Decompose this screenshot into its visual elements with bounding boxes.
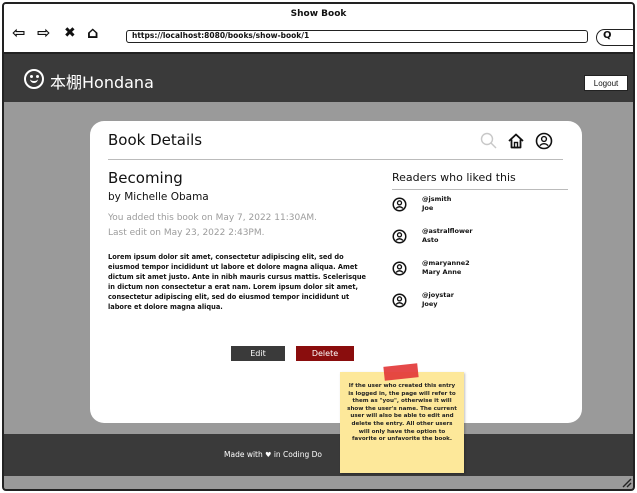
user-icon [392,229,407,244]
header-divider [108,159,563,160]
browser-window: Show Book ⇦ ⇨ ✖ ⌂ https://localhost:8080… [2,2,635,491]
reader-handle[interactable]: @jsmith [422,195,451,203]
stop-icon[interactable]: ✖ [64,25,76,41]
browser-search-button[interactable]: Q [596,29,633,46]
readers-heading: Readers who liked this [392,171,516,184]
annotation-sticky-note: If the user who created this entry is lo… [340,372,464,473]
home-icon[interactable] [507,132,525,150]
user-icon[interactable] [535,132,553,150]
logout-button[interactable]: Logout [584,75,628,91]
readers-divider [392,189,568,190]
footer-text: Made with ♥ in Coding Do [224,450,322,459]
reader-item[interactable]: @jsmith Joe [392,193,568,225]
search-icon: Q [603,30,612,41]
user-icon [392,293,407,308]
reader-name: Mary Anne [422,268,462,276]
edited-timestamp: Last edit on May 23, 2022 2:43PM. [108,228,265,238]
reader-item[interactable]: @astralflower Asto [392,225,568,257]
book-author: by Michelle Obama [108,191,209,203]
window-title: Show Book [290,9,347,19]
reader-item[interactable]: @joystar Joey [392,289,568,321]
forward-icon[interactable]: ⇨ [37,25,50,41]
brand-logo[interactable]: 本棚Hondana [50,69,154,93]
book-title: Becoming [108,169,183,187]
reader-handle[interactable]: @astralflower [422,227,473,235]
reader-name: Joe [422,204,434,212]
app-footer: Made with ♥ in Coding Do [4,434,633,476]
smiley-icon[interactable] [24,69,44,89]
back-icon[interactable]: ⇦ [12,25,25,41]
reader-item[interactable]: @maryanne2 Mary Anne [392,257,568,289]
page-title: Book Details [108,131,203,149]
search-icon[interactable] [480,132,498,150]
book-details-card: Book Details Becoming by Michelle Obama … [90,121,582,423]
browser-chrome: Show Book ⇦ ⇨ ✖ ⌂ https://localhost:8080… [4,4,633,54]
app-header: 本棚Hondana Logout [4,54,633,102]
added-timestamp: You added this book on May 7, 2022 11:30… [108,213,317,223]
home-icon[interactable]: ⌂ [87,25,98,41]
reader-name: Joey [422,300,438,308]
reader-handle[interactable]: @joystar [422,291,454,299]
edit-button[interactable]: Edit [231,346,285,361]
reader-name: Asto [422,236,439,244]
user-icon [392,261,407,276]
book-description: Lorem ipsum dolor sit amet, consectetur … [108,253,366,311]
reader-handle[interactable]: @maryanne2 [422,259,470,267]
user-icon [392,197,407,212]
resize-handle-icon[interactable] [620,478,632,488]
url-bar[interactable]: https://localhost:8080/books/show-book/1 [126,30,588,43]
footer-text-before: Made with [224,450,263,459]
heart-icon: ♥ [265,451,272,459]
delete-button[interactable]: Delete [296,346,354,361]
footer-text-after: in Coding Do [273,450,322,459]
